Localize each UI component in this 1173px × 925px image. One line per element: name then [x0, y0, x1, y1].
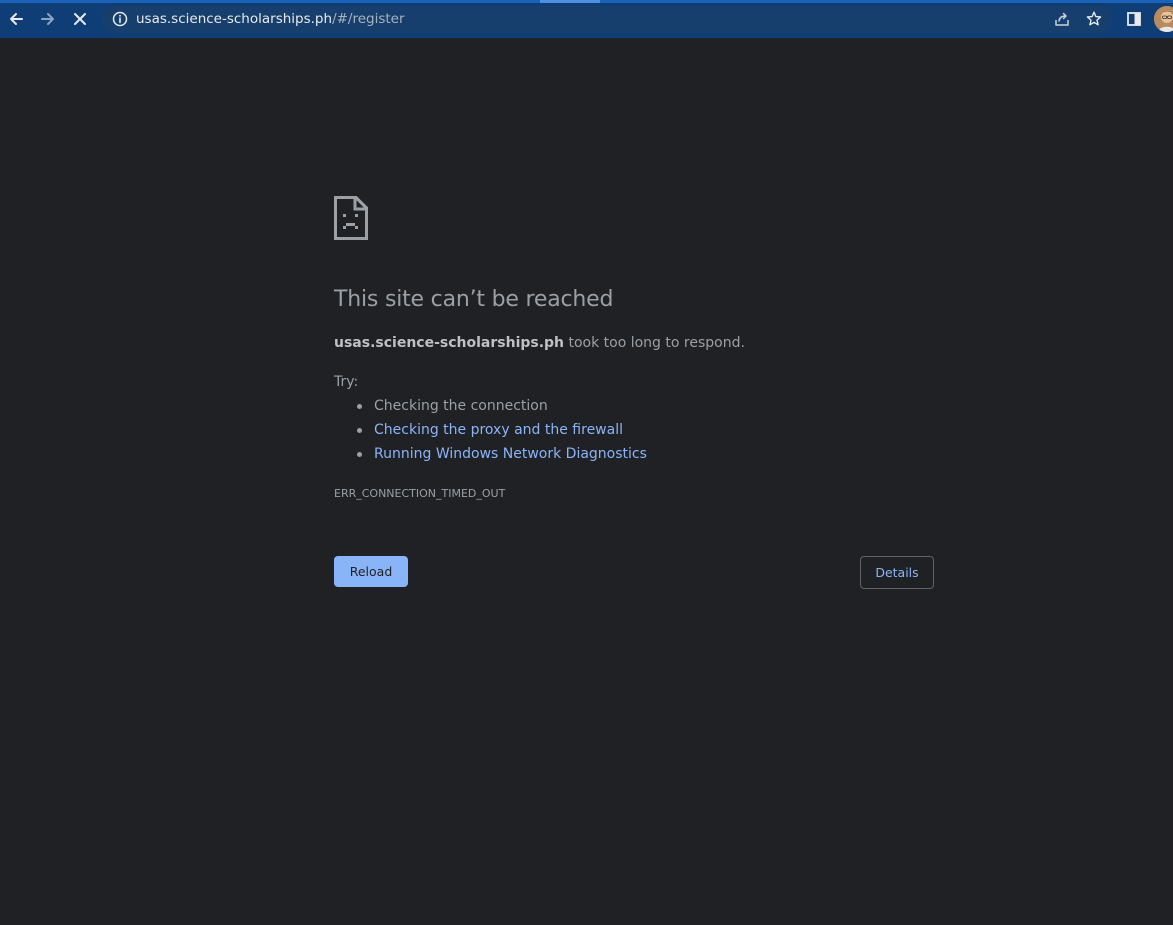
profile-avatar[interactable]: [1154, 6, 1173, 32]
close-icon: [74, 13, 86, 25]
error-code: ERR_CONNECTION_TIMED_OUT: [334, 487, 506, 500]
try-label: Try:: [334, 374, 359, 390]
browser-toolbar: usas.science-scholarships.ph/#/register: [0, 0, 1173, 38]
bookmark-button[interactable]: [1084, 9, 1104, 29]
error-heading: This site can’t be reached: [334, 287, 614, 312]
suggestions-list: Checking the connection Checking the pro…: [334, 396, 647, 468]
info-icon[interactable]: [112, 11, 128, 27]
error-summary: usas.science-scholarships.ph took too lo…: [334, 335, 745, 351]
suggestion-network-diagnostics-link[interactable]: Running Windows Network Diagnostics: [334, 444, 647, 468]
share-icon: [1055, 12, 1069, 26]
url-path: /#/register: [332, 11, 405, 27]
suggestion-check-proxy-firewall-link[interactable]: Checking the proxy and the firewall: [334, 420, 647, 444]
share-button[interactable]: [1052, 9, 1072, 29]
side-panel-icon: [1127, 12, 1141, 26]
sad-page-icon: [334, 196, 368, 240]
error-summary-host: usas.science-scholarships.ph: [334, 335, 565, 351]
details-button[interactable]: Details: [860, 556, 934, 589]
reload-button[interactable]: Reload: [334, 556, 408, 587]
star-icon: [1086, 11, 1102, 26]
forward-button[interactable]: [34, 5, 62, 33]
suggestion-check-connection: Checking the connection: [334, 396, 647, 420]
loading-progress-bar: [0, 0, 1173, 3]
address-bar[interactable]: usas.science-scholarships.ph/#/register: [102, 5, 1112, 33]
back-button[interactable]: [2, 5, 30, 33]
url-host: usas.science-scholarships.ph: [136, 11, 333, 27]
error-summary-text: took too long to respond.: [564, 335, 745, 351]
side-panel-button[interactable]: [1120, 5, 1148, 33]
arrow-right-icon: [41, 13, 54, 25]
url-text[interactable]: usas.science-scholarships.ph/#/register: [136, 10, 405, 28]
arrow-left-icon: [10, 13, 23, 25]
avatar-icon: [1154, 6, 1173, 32]
stop-loading-button[interactable]: [66, 5, 94, 33]
